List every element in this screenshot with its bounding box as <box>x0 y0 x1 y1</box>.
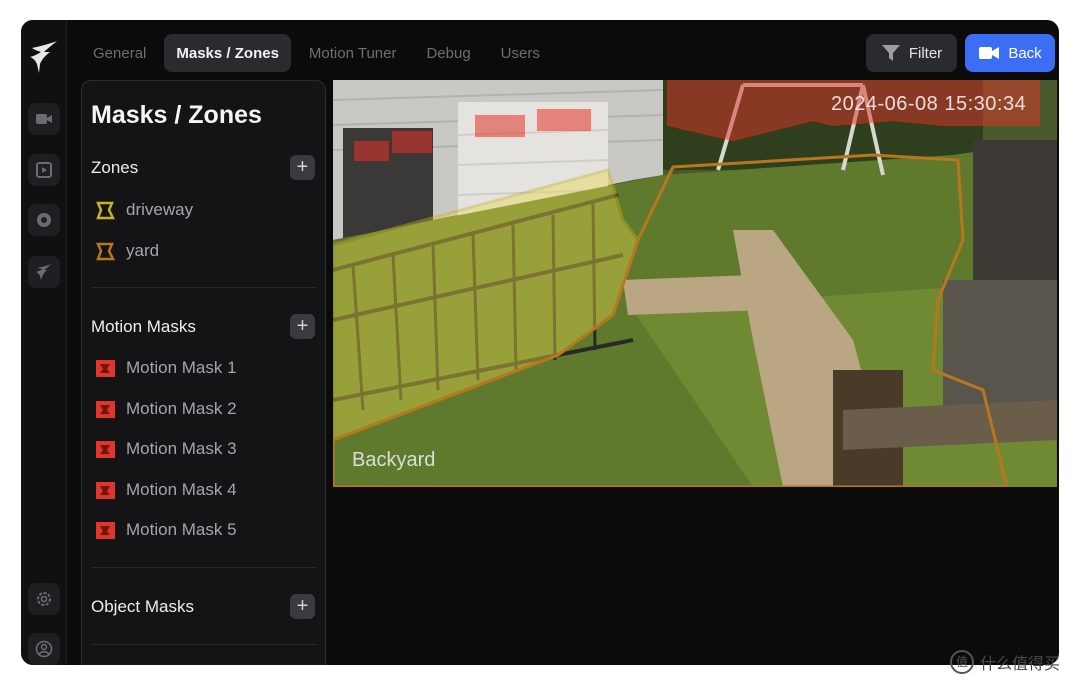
mask-icon <box>96 521 115 539</box>
panel-title: Masks / Zones <box>91 101 262 129</box>
app-logo-icon[interactable] <box>29 40 59 74</box>
add-zone-button[interactable]: + <box>290 155 315 180</box>
masks-zones-panel: Masks / Zones Zones + driveway yard Moti… <box>81 80 326 665</box>
tab-general[interactable]: General <box>81 34 158 72</box>
settings-tabs: General Masks / Zones Motion Tuner Debug… <box>81 34 558 72</box>
back-button[interactable]: Back <box>965 34 1055 72</box>
divider <box>92 567 317 568</box>
watermark-badge-icon: 值 <box>950 650 974 674</box>
frigate-plus-icon[interactable] <box>28 256 60 288</box>
motion-mask-label: Motion Mask 2 <box>126 399 237 418</box>
motion-mask-label: Motion Mask 5 <box>126 520 237 539</box>
zone-item-driveway[interactable]: driveway <box>95 196 193 224</box>
tab-debug[interactable]: Debug <box>414 34 482 72</box>
motion-mask-item[interactable]: Motion Mask 2 <box>95 395 237 423</box>
filter-icon <box>881 45 900 61</box>
watermark-text: 什么值得买 <box>980 656 1061 673</box>
recordings-icon[interactable] <box>28 154 60 186</box>
motion-mask-item[interactable]: Motion Mask 5 <box>95 516 237 544</box>
motion-mask-label: Motion Mask 4 <box>126 480 237 499</box>
settings-gear-icon[interactable] <box>28 583 60 615</box>
motion-mask-item[interactable]: Motion Mask 3 <box>95 435 237 463</box>
filter-label: Filter <box>908 44 943 62</box>
watermark: 值 什么值得买 <box>950 650 1060 674</box>
mask-icon <box>96 440 115 458</box>
object-masks-section-title: Object Masks <box>91 597 194 616</box>
left-rail <box>21 20 67 665</box>
divider <box>92 644 317 645</box>
polygon-icon <box>96 242 116 260</box>
tab-motion-tuner[interactable]: Motion Tuner <box>297 34 409 72</box>
motion-mask-label: Motion Mask 3 <box>126 439 237 458</box>
video-camera-icon <box>979 47 1000 59</box>
zones-section-title: Zones <box>91 158 139 177</box>
zone-label: yard <box>126 241 160 260</box>
live-view-icon[interactable] <box>28 103 60 135</box>
add-motion-mask-button[interactable]: + <box>290 314 315 339</box>
mask-icon <box>96 359 115 377</box>
app-window: General Masks / Zones Motion Tuner Debug… <box>21 20 1059 665</box>
zone-item-yard[interactable]: yard <box>95 237 159 265</box>
motion-mask-item[interactable]: Motion Mask 1 <box>95 354 237 382</box>
add-object-mask-button[interactable]: + <box>290 594 315 619</box>
filter-button[interactable]: Filter <box>866 34 957 72</box>
tab-masks-zones[interactable]: Masks / Zones <box>164 34 291 72</box>
camera-scene <box>333 80 1057 487</box>
divider <box>92 287 317 288</box>
events-icon[interactable] <box>28 204 60 236</box>
tab-users[interactable]: Users <box>489 34 552 72</box>
mask-icon <box>96 400 115 418</box>
back-label: Back <box>1008 44 1042 62</box>
mask-icon <box>96 481 115 499</box>
account-icon[interactable] <box>28 633 60 665</box>
motion-mask-item[interactable]: Motion Mask 4 <box>95 476 237 504</box>
motion-masks-section-title: Motion Masks <box>91 317 196 336</box>
camera-feed[interactable]: 2024-06-08 15:30:34 Backyard <box>333 80 1057 487</box>
motion-mask-label: Motion Mask 1 <box>126 358 237 377</box>
polygon-icon <box>96 201 116 219</box>
camera-name-label: Backyard <box>352 449 436 471</box>
zone-label: driveway <box>126 200 194 219</box>
camera-timestamp: 2024-06-08 15:30:34 <box>831 93 1027 115</box>
